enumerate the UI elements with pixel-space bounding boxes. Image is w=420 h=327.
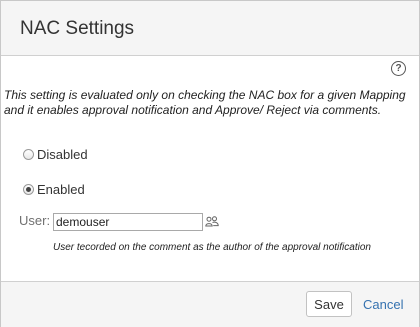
dialog-title: NAC Settings	[20, 18, 135, 39]
save-button[interactable]: Save	[306, 291, 352, 317]
nac-settings-dialog: NAC Settings ? This setting is evaluated…	[0, 0, 420, 327]
user-hint: User tecorded on the comment as the auth…	[53, 242, 371, 253]
user-label: User:	[19, 213, 51, 228]
option-enabled[interactable]: Enabled	[23, 182, 85, 197]
disabled-label[interactable]: Disabled	[37, 147, 88, 162]
user-input[interactable]	[53, 213, 203, 231]
enabled-label[interactable]: Enabled	[37, 182, 85, 197]
user-group-icon[interactable]	[205, 216, 219, 227]
cancel-link[interactable]: Cancel	[363, 297, 403, 312]
setting-description: This setting is evaluated only on checki…	[4, 88, 406, 117]
enabled-radio[interactable]	[23, 184, 34, 195]
option-disabled[interactable]: Disabled	[23, 147, 88, 162]
help-question-icon[interactable]: ?	[391, 61, 406, 76]
dialog-footer: Save Cancel	[1, 281, 419, 327]
disabled-radio[interactable]	[23, 149, 34, 160]
dialog-header: NAC Settings	[1, 1, 419, 56]
